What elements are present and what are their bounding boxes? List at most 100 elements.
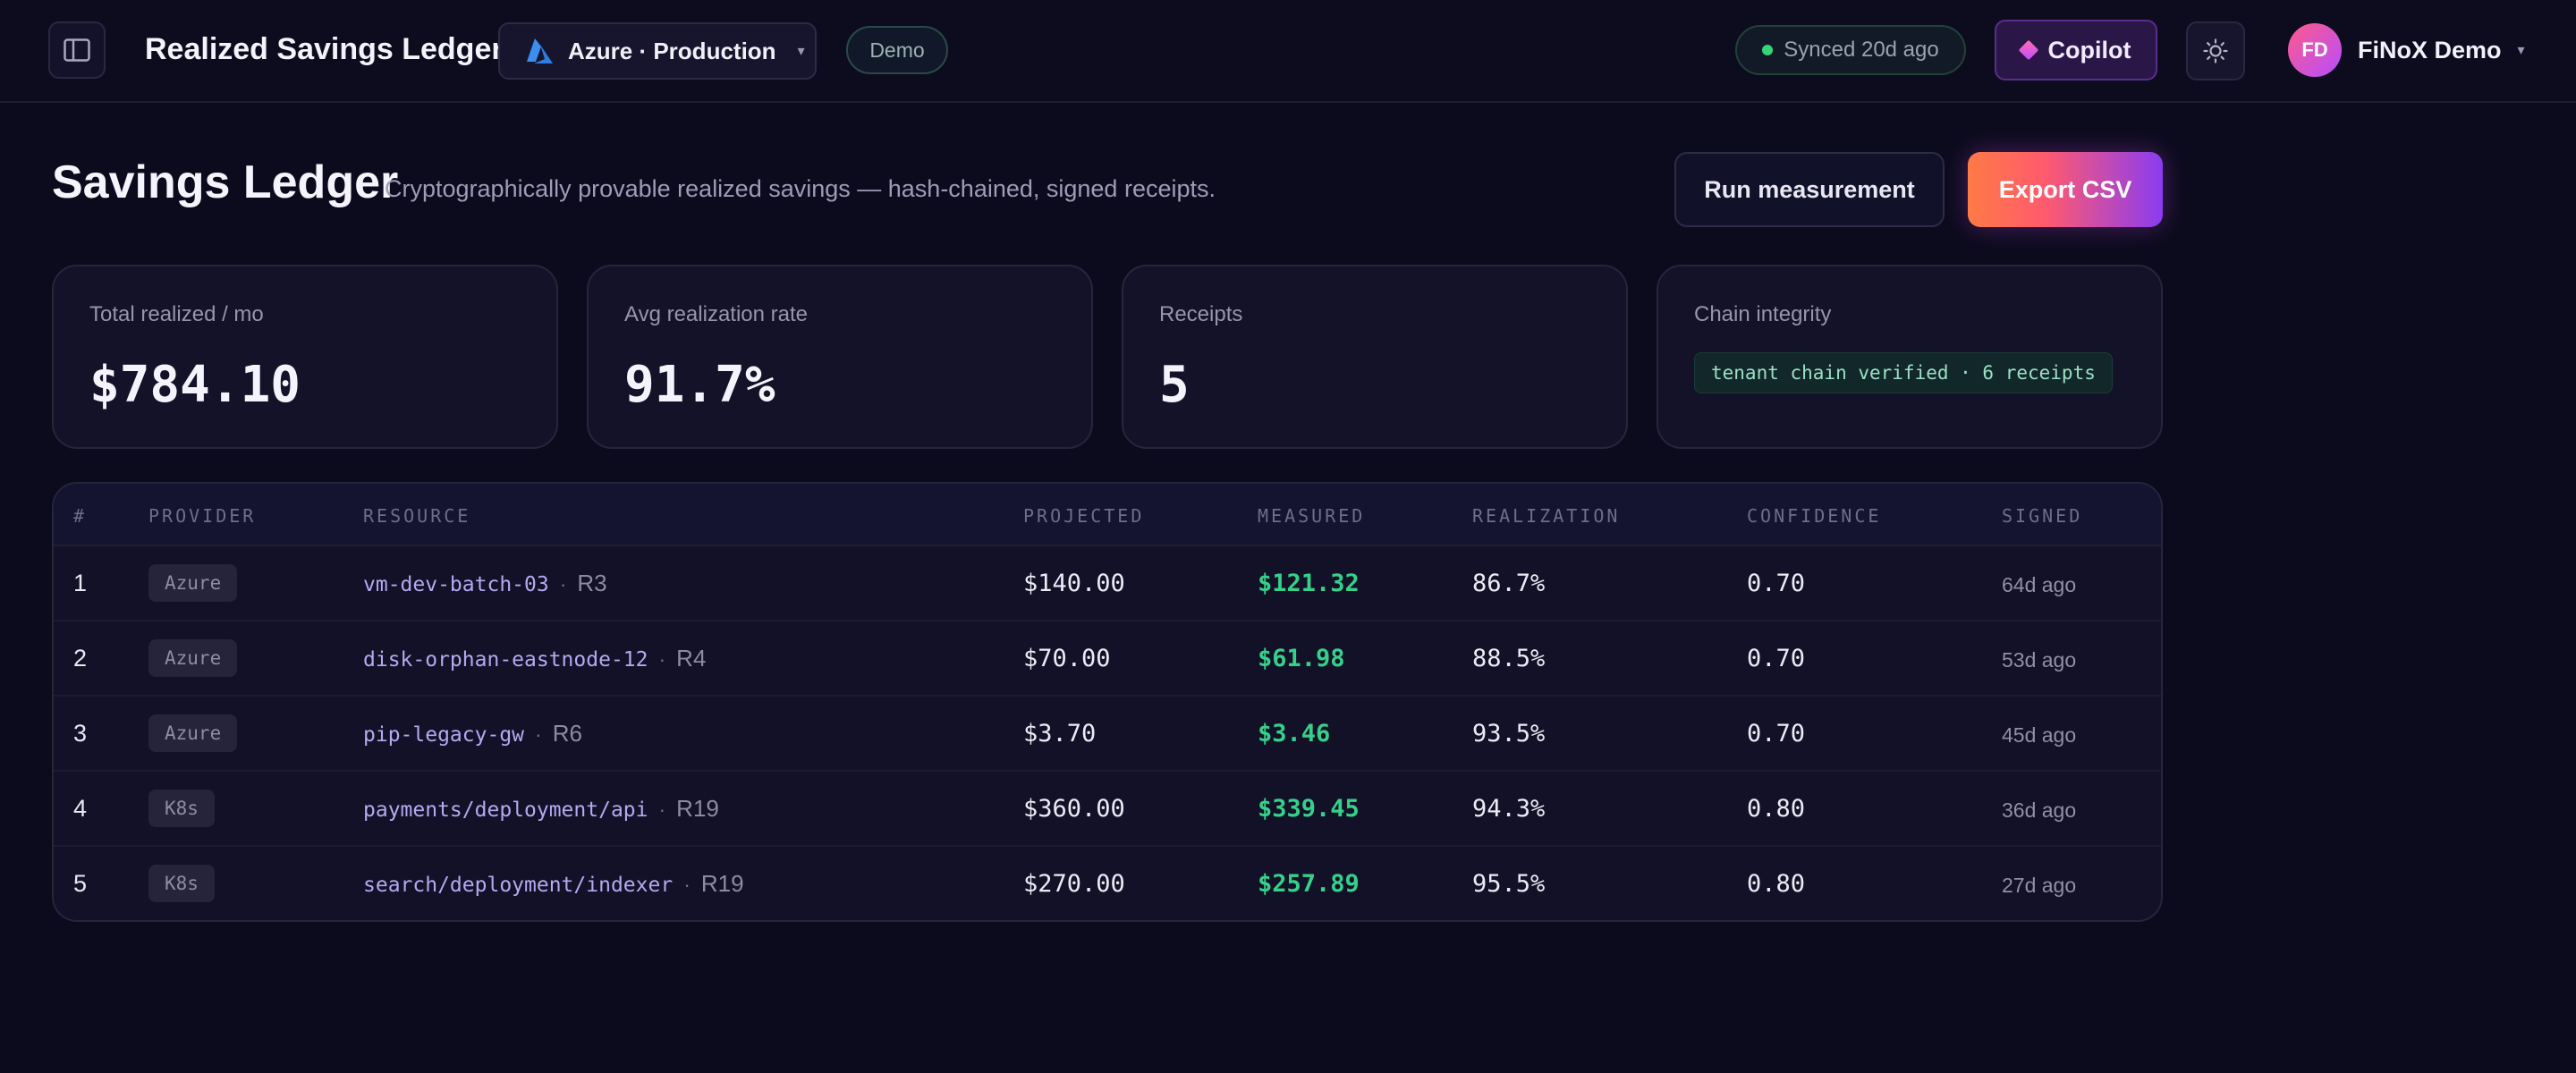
realization-value: 88.5% <box>1472 645 1546 672</box>
projected-value: $140.00 <box>1023 570 1125 597</box>
signed-time: 45d ago <box>2002 723 2077 747</box>
row-index: 1 <box>73 570 88 596</box>
realization-value: 95.5% <box>1472 870 1546 898</box>
confidence-value: 0.70 <box>1747 570 1806 597</box>
app-title: Realized Savings Ledger <box>145 32 504 66</box>
projected-value: $360.00 <box>1023 795 1125 823</box>
top-bar: Realized Savings Ledger Azure · Producti… <box>0 0 2576 103</box>
stat-label: Chain integrity <box>1694 302 1832 326</box>
provider-badge: Azure <box>148 714 238 752</box>
stat-label: Avg realization rate <box>624 302 809 326</box>
column-header-provider[interactable]: PROVIDER <box>148 505 256 527</box>
export-csv-button[interactable]: Export CSV <box>1968 152 2163 227</box>
realization-value: 94.3% <box>1472 795 1546 823</box>
chain-verified-badge: tenant chain verified · 6 receipts <box>1694 352 2113 393</box>
table-row[interactable]: 5 K8s search/deployment/indexer · R19 $270… <box>54 847 2161 920</box>
stat-value: $784.10 <box>89 356 301 414</box>
stat-card-chain-integrity: Chain integrity tenant chain verified · … <box>1657 265 2163 449</box>
stat-card-receipts: Receipts 5 <box>1122 265 1628 449</box>
user-menu[interactable]: FD FiNoX Demo ▾ <box>2288 23 2525 77</box>
column-header-realization[interactable]: REALIZATION <box>1472 505 1620 527</box>
measured-value: $339.45 <box>1258 795 1360 823</box>
avatar: FD <box>2288 23 2342 77</box>
resource-ref: R19 <box>676 795 719 822</box>
theme-toggle-button[interactable] <box>2186 21 2245 80</box>
separator-dot: · <box>658 798 666 821</box>
page-subtitle: Cryptographically provable realized savi… <box>385 175 1216 202</box>
stat-card-avg-realization: Avg realization rate 91.7% <box>587 265 1093 449</box>
provider-badge: Azure <box>148 639 238 677</box>
row-index: 2 <box>73 645 88 672</box>
copilot-button[interactable]: Copilot <box>1995 20 2157 80</box>
measured-value: $257.89 <box>1258 870 1360 898</box>
resource-name[interactable]: pip-legacy-gw <box>363 723 524 747</box>
table-header: # PROVIDER RESOURCE PROJECTED MEASURED R… <box>54 484 2161 546</box>
provider-badge: Azure <box>148 564 238 602</box>
resource-cell[interactable]: search/deployment/indexer · R19 <box>363 870 744 898</box>
sync-status-badge: Synced 20d ago <box>1735 25 1966 75</box>
resource-cell[interactable]: vm-dev-batch-03 · R3 <box>363 570 607 597</box>
measured-value: $3.46 <box>1258 720 1331 748</box>
confidence-value: 0.80 <box>1747 870 1806 898</box>
confidence-value: 0.70 <box>1747 645 1806 672</box>
separator-dot: · <box>683 873 691 896</box>
resource-name[interactable]: disk-orphan-eastnode-12 <box>363 648 648 672</box>
stat-value: 91.7% <box>624 356 775 414</box>
stat-label: Receipts <box>1159 302 1243 326</box>
column-header-resource[interactable]: RESOURCE <box>363 505 470 527</box>
receipts-table: # PROVIDER RESOURCE PROJECTED MEASURED R… <box>52 482 2163 922</box>
resource-ref: R4 <box>676 645 707 672</box>
row-index: 3 <box>73 720 88 747</box>
row-index: 4 <box>73 795 88 822</box>
stat-label: Total realized / mo <box>89 302 264 326</box>
column-header-projected[interactable]: PROJECTED <box>1023 505 1144 527</box>
environment-selector[interactable]: Azure · Production ▾ <box>498 22 817 80</box>
resource-name[interactable]: search/deployment/indexer <box>363 874 673 897</box>
measured-value: $61.98 <box>1258 645 1345 672</box>
projected-value: $3.70 <box>1023 720 1097 748</box>
table-row[interactable]: 1 Azure vm-dev-batch-03 · R3 $140.00 $121.… <box>54 546 2161 621</box>
sidebar-toggle-button[interactable] <box>48 21 106 79</box>
chevron-down-icon: ▾ <box>2517 43 2525 58</box>
table-row[interactable]: 2 Azure disk-orphan-eastnode-12 · R4 $70.0… <box>54 621 2161 697</box>
table-row[interactable]: 3 Azure pip-legacy-gw · R6 $3.70 $3.46 93.… <box>54 697 2161 772</box>
separator-dot: · <box>559 572 567 596</box>
diamond-icon <box>2018 39 2038 61</box>
resource-cell[interactable]: payments/deployment/api · R19 <box>363 795 719 823</box>
row-index: 5 <box>73 870 88 897</box>
confidence-value: 0.70 <box>1747 720 1806 748</box>
provider-badge: K8s <box>148 865 215 902</box>
user-name: FiNoX Demo <box>2358 36 2502 63</box>
realization-value: 93.5% <box>1472 720 1546 748</box>
resource-cell[interactable]: pip-legacy-gw · R6 <box>363 720 582 748</box>
projected-value: $270.00 <box>1023 870 1125 898</box>
run-measurement-button[interactable]: Run measurement <box>1674 152 1945 227</box>
chevron-down-icon: ▾ <box>797 44 805 59</box>
copilot-label: Copilot <box>2047 36 2131 63</box>
provider-badge: K8s <box>148 790 215 827</box>
resource-ref: R6 <box>552 720 582 747</box>
column-header-signed[interactable]: SIGNED <box>2002 505 2082 527</box>
page-title: Savings Ledger <box>52 156 399 208</box>
resource-ref: R3 <box>577 570 607 596</box>
column-header-measured[interactable]: MEASURED <box>1258 505 1365 527</box>
signed-time: 27d ago <box>2002 874 2077 897</box>
environment-label: Azure · Production <box>568 37 776 64</box>
resource-name[interactable]: payments/deployment/api <box>363 798 648 822</box>
measured-value: $121.32 <box>1258 570 1360 597</box>
confidence-value: 0.80 <box>1747 795 1806 823</box>
sidebar-toggle-icon <box>64 38 90 62</box>
realization-value: 86.7% <box>1472 570 1546 597</box>
column-header-index: # <box>73 505 88 527</box>
resource-ref: R19 <box>700 870 744 897</box>
signed-time: 64d ago <box>2002 573 2077 596</box>
sun-icon <box>2203 38 2228 63</box>
status-dot-icon <box>1762 45 1774 55</box>
resource-cell[interactable]: disk-orphan-eastnode-12 · R4 <box>363 645 706 672</box>
resource-name[interactable]: vm-dev-batch-03 <box>363 573 549 596</box>
column-header-confidence[interactable]: CONFIDENCE <box>1747 505 1881 527</box>
table-row[interactable]: 4 K8s payments/deployment/api · R19 $360.0… <box>54 772 2161 847</box>
demo-badge: Demo <box>846 26 948 74</box>
signed-time: 53d ago <box>2002 648 2077 672</box>
separator-dot: · <box>658 647 666 671</box>
